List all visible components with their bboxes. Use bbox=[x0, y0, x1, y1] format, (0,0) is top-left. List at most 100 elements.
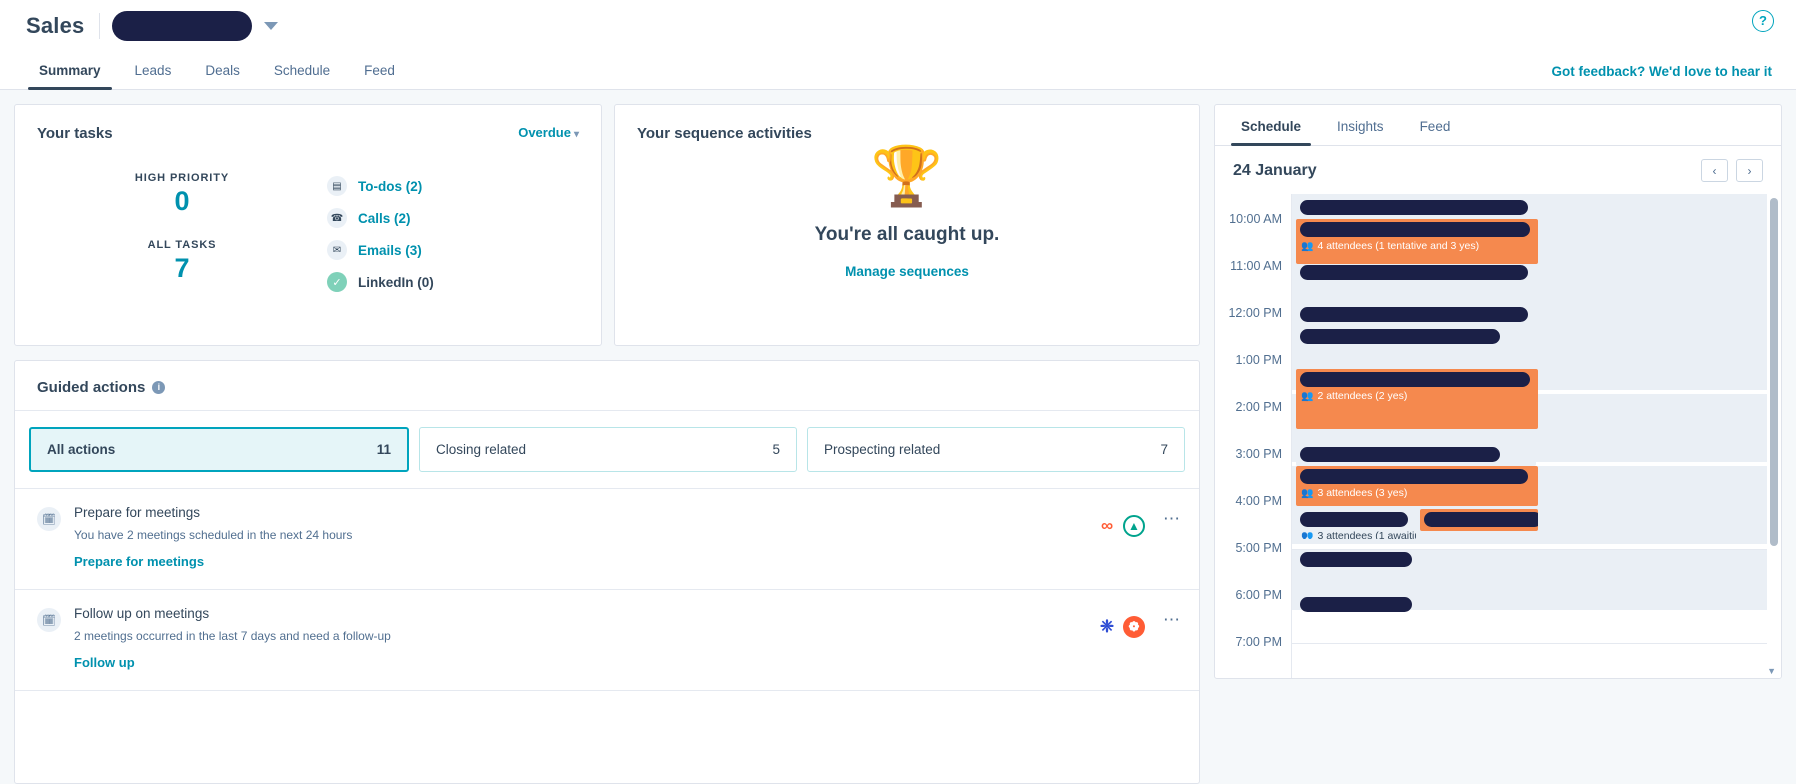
event-attendees: 👥 4 attendees (1 tentative and 3 yes) bbox=[1296, 237, 1538, 252]
action-cta-link[interactable]: Prepare for meetings bbox=[74, 554, 204, 569]
people-icon: 👥 bbox=[1301, 487, 1314, 499]
event-title-redacted bbox=[1300, 552, 1412, 567]
action-more-menu-icon[interactable]: ⋯ bbox=[1163, 610, 1181, 630]
task-link-linkedin[interactable]: ✓ LinkedIn (0) bbox=[327, 272, 434, 292]
action-title: Follow up on meetings bbox=[74, 606, 210, 621]
calendar-event[interactable] bbox=[1296, 197, 1536, 217]
tab-feed-panel[interactable]: Feed bbox=[1402, 105, 1469, 145]
your-tasks-card: Your tasks Overdue ▾ HIGH PRIORITY 0 ALL … bbox=[14, 104, 602, 346]
calendar-time-label: 12:00 PM bbox=[1228, 306, 1282, 320]
feedback-link[interactable]: Got feedback? We'd love to hear it bbox=[1551, 64, 1772, 79]
action-more-menu-icon[interactable]: ⋯ bbox=[1163, 509, 1181, 529]
help-icon[interactable]: ? bbox=[1752, 10, 1774, 32]
calendar-time-label: 3:00 PM bbox=[1235, 447, 1282, 461]
schedule-nav: ‹ › bbox=[1701, 159, 1763, 182]
tasks-filter-dropdown[interactable]: Overdue ▾ bbox=[518, 125, 579, 140]
calendar-event[interactable] bbox=[1296, 262, 1536, 282]
tasks-title: Your tasks bbox=[37, 125, 113, 142]
tasks-counts: HIGH PRIORITY 0 ALL TASKS 7 bbox=[37, 172, 327, 306]
task-link-calls[interactable]: ☎ Calls (2) bbox=[327, 208, 434, 228]
people-icon: 👥 bbox=[1301, 530, 1314, 540]
scroll-down-icon[interactable]: ▼ bbox=[1767, 666, 1776, 676]
guided-action-text: Prepare for meetings You have 2 meetings… bbox=[74, 505, 1083, 571]
info-icon[interactable]: i bbox=[152, 381, 166, 394]
filter-closing-related[interactable]: Closing related 5 bbox=[419, 427, 797, 472]
calendar-event[interactable] bbox=[1296, 304, 1536, 324]
calendar-time-label: 1:00 PM bbox=[1235, 353, 1282, 367]
calendar-event[interactable] bbox=[1296, 594, 1536, 614]
filter-label: Closing related bbox=[436, 442, 527, 457]
event-title-redacted bbox=[1300, 200, 1528, 215]
prev-day-button[interactable]: ‹ bbox=[1701, 159, 1728, 182]
all-tasks-label: ALL TASKS bbox=[147, 239, 217, 251]
task-link-label: LinkedIn (0) bbox=[358, 274, 434, 290]
sequences-title: Your sequence activities bbox=[637, 125, 812, 142]
tab-deals[interactable]: Deals bbox=[188, 63, 257, 89]
account-selector-pill[interactable] bbox=[111, 11, 252, 41]
event-attendees: 👥 3 attendees (3 yes) bbox=[1296, 484, 1538, 499]
tab-summary[interactable]: Summary bbox=[22, 63, 118, 90]
event-title-redacted bbox=[1300, 512, 1408, 527]
calendar-event-grid[interactable]: 👥 4 attendees (1 tentative and 3 yes) 👥 2 a… bbox=[1291, 194, 1781, 678]
task-link-label: Calls (2) bbox=[358, 210, 411, 226]
filter-label: All actions bbox=[47, 442, 116, 457]
guided-action-row[interactable]: 🗓 Prepare for meetings You have 2 meetin… bbox=[15, 489, 1199, 590]
calendar-event[interactable] bbox=[1296, 444, 1536, 466]
chevron-down-icon[interactable] bbox=[263, 22, 278, 30]
guided-actions-list: 🗓 Prepare for meetings You have 2 meetin… bbox=[15, 488, 1199, 691]
title-divider bbox=[98, 13, 100, 39]
empty-message: You're all caught up. bbox=[814, 224, 1000, 245]
guided-actions-filters: All actions 11 Closing related 5 Prospec… bbox=[15, 411, 1199, 488]
calendar-event[interactable] bbox=[1296, 549, 1536, 569]
schedule-date-header: 24 January ‹ › bbox=[1215, 146, 1781, 194]
tab-schedule[interactable]: Schedule bbox=[257, 63, 347, 89]
calendar-event[interactable] bbox=[1420, 509, 1538, 531]
task-link-label: To-dos (2) bbox=[358, 178, 423, 194]
task-link-emails[interactable]: ✉ Emails (3) bbox=[327, 240, 434, 260]
blue-logo-icon: ❈ bbox=[1099, 617, 1115, 636]
event-title-redacted bbox=[1300, 469, 1528, 484]
guided-action-row[interactable]: 🗓 Follow up on meetings 2 meetings occur… bbox=[15, 590, 1199, 691]
top-cards-row: Your tasks Overdue ▾ HIGH PRIORITY 0 ALL … bbox=[14, 104, 1200, 346]
action-cta-link[interactable]: Follow up bbox=[74, 655, 135, 670]
phone-icon: ☎ bbox=[327, 208, 347, 228]
chevron-down-icon: ▾ bbox=[573, 129, 579, 140]
next-day-button[interactable]: › bbox=[1736, 159, 1763, 182]
todo-icon: ▤ bbox=[327, 176, 347, 196]
filter-count: 5 bbox=[772, 442, 780, 457]
content-area: Your tasks Overdue ▾ HIGH PRIORITY 0 ALL … bbox=[0, 90, 1796, 784]
event-title-redacted bbox=[1300, 329, 1500, 344]
tab-schedule-panel[interactable]: Schedule bbox=[1223, 105, 1319, 146]
tab-feed[interactable]: Feed bbox=[347, 63, 412, 89]
calendar-time-label: 11:00 AM bbox=[1230, 259, 1282, 273]
calendar-scrollbar[interactable]: ▼ bbox=[1767, 194, 1778, 678]
tasks-filter-label: Overdue bbox=[518, 125, 571, 140]
schedule-panel-tabs: Schedule Insights Feed bbox=[1215, 105, 1781, 146]
calendar-event[interactable]: 👥 3 attendees (3 yes) bbox=[1296, 466, 1538, 506]
event-title-redacted bbox=[1300, 597, 1412, 612]
sequence-activities-card: Your sequence activities 🏆 You're all ca… bbox=[614, 104, 1200, 346]
calendar-event[interactable]: 👥 4 attendees (1 tentative and 3 yes) bbox=[1296, 219, 1538, 264]
tab-leads[interactable]: Leads bbox=[118, 63, 189, 89]
filter-prospecting-related[interactable]: Prospecting related 7 bbox=[807, 427, 1185, 472]
manage-sequences-link[interactable]: Manage sequences bbox=[845, 264, 969, 279]
calendar-time-axis: 10:00 AM 11:00 AM 12:00 PM 1:00 PM 2:00 PM 3:… bbox=[1215, 194, 1291, 678]
calendar-event[interactable]: 👥 3 attendees (1 awaiting bbox=[1296, 509, 1416, 539]
calendar-icon: 🗓 bbox=[37, 507, 61, 531]
filter-all-actions[interactable]: All actions 11 bbox=[29, 427, 409, 472]
filter-count: 7 bbox=[1160, 442, 1168, 457]
people-icon: 👥 bbox=[1301, 390, 1314, 402]
scrollbar-thumb[interactable] bbox=[1770, 198, 1778, 546]
sales-dashboard: Sales ? Summary Leads Deals Schedule Fee… bbox=[0, 0, 1796, 784]
green-circle-logo-icon: ▲ bbox=[1123, 515, 1145, 537]
event-title-redacted bbox=[1424, 512, 1538, 527]
action-title: Prepare for meetings bbox=[74, 505, 201, 520]
trophy-icon: 🏆 bbox=[870, 144, 944, 209]
event-attendees-text: 4 attendees (1 tentative and 3 yes) bbox=[1317, 240, 1480, 252]
top-header: Sales ? bbox=[0, 0, 1796, 52]
calendar-time-label: 7:00 PM bbox=[1235, 635, 1282, 649]
calendar-event[interactable]: 👥 2 attendees (2 yes) bbox=[1296, 369, 1538, 429]
tab-insights-panel[interactable]: Insights bbox=[1319, 105, 1402, 145]
calendar-event[interactable] bbox=[1296, 326, 1536, 366]
task-link-todos[interactable]: ▤ To-dos (2) bbox=[327, 176, 434, 196]
